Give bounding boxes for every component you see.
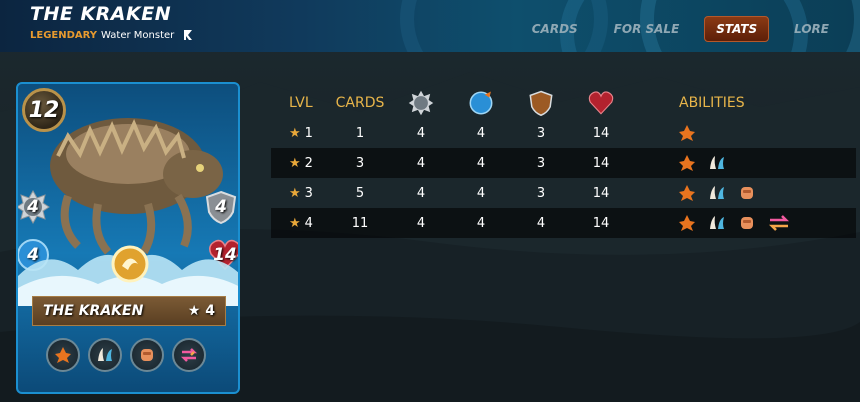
melee-cell: 4: [416, 155, 426, 171]
melee-stat-value: 4: [27, 197, 39, 217]
reach-icon[interactable]: [707, 213, 727, 233]
stun-icon[interactable]: [677, 123, 697, 143]
armor-cell: 3: [536, 125, 546, 141]
health-cell: 14: [592, 185, 610, 201]
stun-icon[interactable]: [677, 183, 697, 203]
stats-table: LVL CARDS ABILITIES ★ 1 1 4 4 3 14 ★ 2 3…: [271, 88, 856, 238]
star-icon: ★: [289, 185, 301, 201]
page-header: THE KRAKEN LEGENDARY Water Monster CARDS…: [0, 0, 860, 52]
armor-cell: 4: [536, 215, 546, 231]
card-name: THE KRAKEN: [43, 303, 144, 319]
card-abilities: [46, 338, 206, 372]
card-nameplate: THE KRAKEN ★ 4: [32, 296, 226, 326]
health-icon: [588, 91, 614, 115]
tab-bar: CARDS FOR SALE STATS LORE: [507, 16, 840, 42]
header-abilities: ABILITIES: [679, 95, 745, 111]
stats-table-header: LVL CARDS ABILITIES: [271, 88, 856, 118]
level-cell: ★ 2: [271, 156, 329, 171]
tab-stats[interactable]: STATS: [704, 16, 770, 42]
stun-icon[interactable]: [677, 153, 697, 173]
armor-stat-badge: 4: [204, 190, 238, 224]
monster-type-label: Water Monster: [101, 29, 175, 41]
health-cell: 14: [592, 125, 610, 141]
mana-cost-value: 12: [28, 97, 60, 123]
melee-stat-badge: 4: [18, 190, 50, 224]
health-cell: 14: [592, 215, 610, 231]
header-cards: CARDS: [335, 95, 385, 111]
header-health: [571, 90, 631, 116]
speed-icon: [469, 91, 493, 115]
level-cell: ★ 3: [271, 186, 329, 201]
knockout-icon[interactable]: [130, 338, 164, 372]
cards-cell: 11: [351, 215, 369, 231]
card-level: ★ 4: [187, 303, 215, 319]
armor-stat-value: 4: [215, 197, 227, 217]
table-row: ★ 4 11 4 4 4 14: [271, 208, 856, 238]
header-armor: [511, 90, 571, 116]
stun-icon[interactable]: [677, 213, 697, 233]
abilities-cell: [631, 153, 856, 173]
tab-lore[interactable]: LORE: [783, 17, 840, 41]
level-value: 4: [304, 215, 313, 231]
level-value: 3: [304, 185, 313, 201]
tab-cards[interactable]: CARDS: [521, 17, 589, 41]
melee-attack-icon: [408, 90, 434, 116]
star-icon: ★: [289, 155, 301, 171]
knockout-icon[interactable]: [737, 183, 757, 203]
knockout-icon[interactable]: [737, 213, 757, 233]
armor-cell: 3: [536, 155, 546, 171]
cards-cell: 1: [355, 125, 365, 141]
abilities-cell: [631, 213, 856, 233]
header-speed: [451, 90, 511, 116]
speed-cell: 4: [476, 155, 486, 171]
level-value: 2: [304, 155, 313, 171]
header-melee: [391, 90, 451, 116]
speed-cell: 4: [476, 215, 486, 231]
level-cell: ★ 4: [271, 216, 329, 231]
stun-icon[interactable]: [46, 338, 80, 372]
melee-cell: 4: [416, 185, 426, 201]
table-row: ★ 3 5 4 4 3 14: [271, 178, 856, 208]
untamed-edition-icon: [184, 30, 193, 40]
abilities-cell: [631, 123, 856, 143]
mana-cost-badge: 12: [22, 88, 66, 132]
tab-for-sale[interactable]: FOR SALE: [603, 17, 691, 41]
armor-icon: [529, 90, 553, 116]
star-icon: ★: [289, 215, 301, 231]
reach-icon[interactable]: [88, 338, 122, 372]
thorns-icon[interactable]: [767, 213, 791, 233]
abilities-cell: [631, 183, 856, 203]
reach-icon[interactable]: [707, 153, 727, 173]
header-lvl: LVL: [289, 95, 313, 111]
health-cell: 14: [592, 155, 610, 171]
melee-cell: 4: [416, 125, 426, 141]
card-subtitle: LEGENDARY Water Monster: [30, 29, 194, 41]
speed-cell: 4: [476, 185, 486, 201]
level-cell: ★ 1: [271, 126, 329, 141]
level-value: 1: [304, 125, 313, 141]
speed-cell: 4: [476, 125, 486, 141]
star-icon: ★: [289, 125, 301, 141]
reach-icon[interactable]: [707, 183, 727, 203]
melee-cell: 4: [416, 215, 426, 231]
table-row: ★ 1 1 4 4 3 14: [271, 118, 856, 148]
table-row: ★ 2 3 4 4 3 14: [271, 148, 856, 178]
thorns-icon[interactable]: [172, 338, 206, 372]
page-title: THE KRAKEN: [30, 3, 172, 25]
cards-cell: 5: [355, 185, 365, 201]
monster-card[interactable]: 12 4 4 4 14 THE KRAKEN ★ 4: [16, 82, 240, 394]
rarity-label: LEGENDARY: [30, 29, 98, 41]
armor-cell: 3: [536, 185, 546, 201]
cards-cell: 3: [355, 155, 365, 171]
